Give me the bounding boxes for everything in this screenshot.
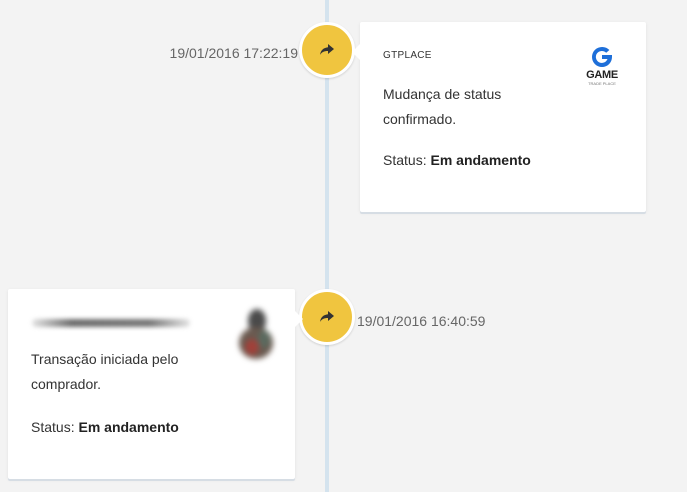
game-logo: GAME TRADE PLACE xyxy=(582,46,622,92)
card-pointer xyxy=(352,44,360,60)
timeline-node xyxy=(299,289,355,345)
share-arrow-icon xyxy=(320,44,334,55)
card-author: GTPLACE xyxy=(383,50,432,61)
status-value: Em andamento xyxy=(430,152,531,168)
card-author-redacted xyxy=(32,319,190,327)
timeline-card: GTPLACE GAME TRADE PLACE Mudança de stat… xyxy=(352,22,646,212)
share-arrow-icon xyxy=(320,311,334,322)
status-label: Status: xyxy=(31,419,75,435)
card-message: Transação iniciada pelo comprador. xyxy=(31,351,179,392)
card-status: Status: Em andamento xyxy=(383,152,531,168)
timestamp: 19/01/2016 17:22:19 xyxy=(169,45,298,61)
card-message: Mudança de status confirmado. xyxy=(383,86,502,127)
status-label: Status: xyxy=(383,152,427,168)
avatar xyxy=(239,309,273,359)
timeline-card: Transação iniciada pelo comprador. Statu… xyxy=(8,289,303,479)
card-pointer xyxy=(295,311,303,327)
status-value: Em andamento xyxy=(78,419,179,435)
timestamp: 19/01/2016 16:40:59 xyxy=(357,313,486,329)
g-logo-icon xyxy=(592,46,612,67)
card-status: Status: Em andamento xyxy=(31,419,179,435)
logo-text: GAME xyxy=(586,69,618,81)
timeline-node xyxy=(299,22,355,78)
logo-subtext: TRADE PLACE xyxy=(588,81,616,86)
